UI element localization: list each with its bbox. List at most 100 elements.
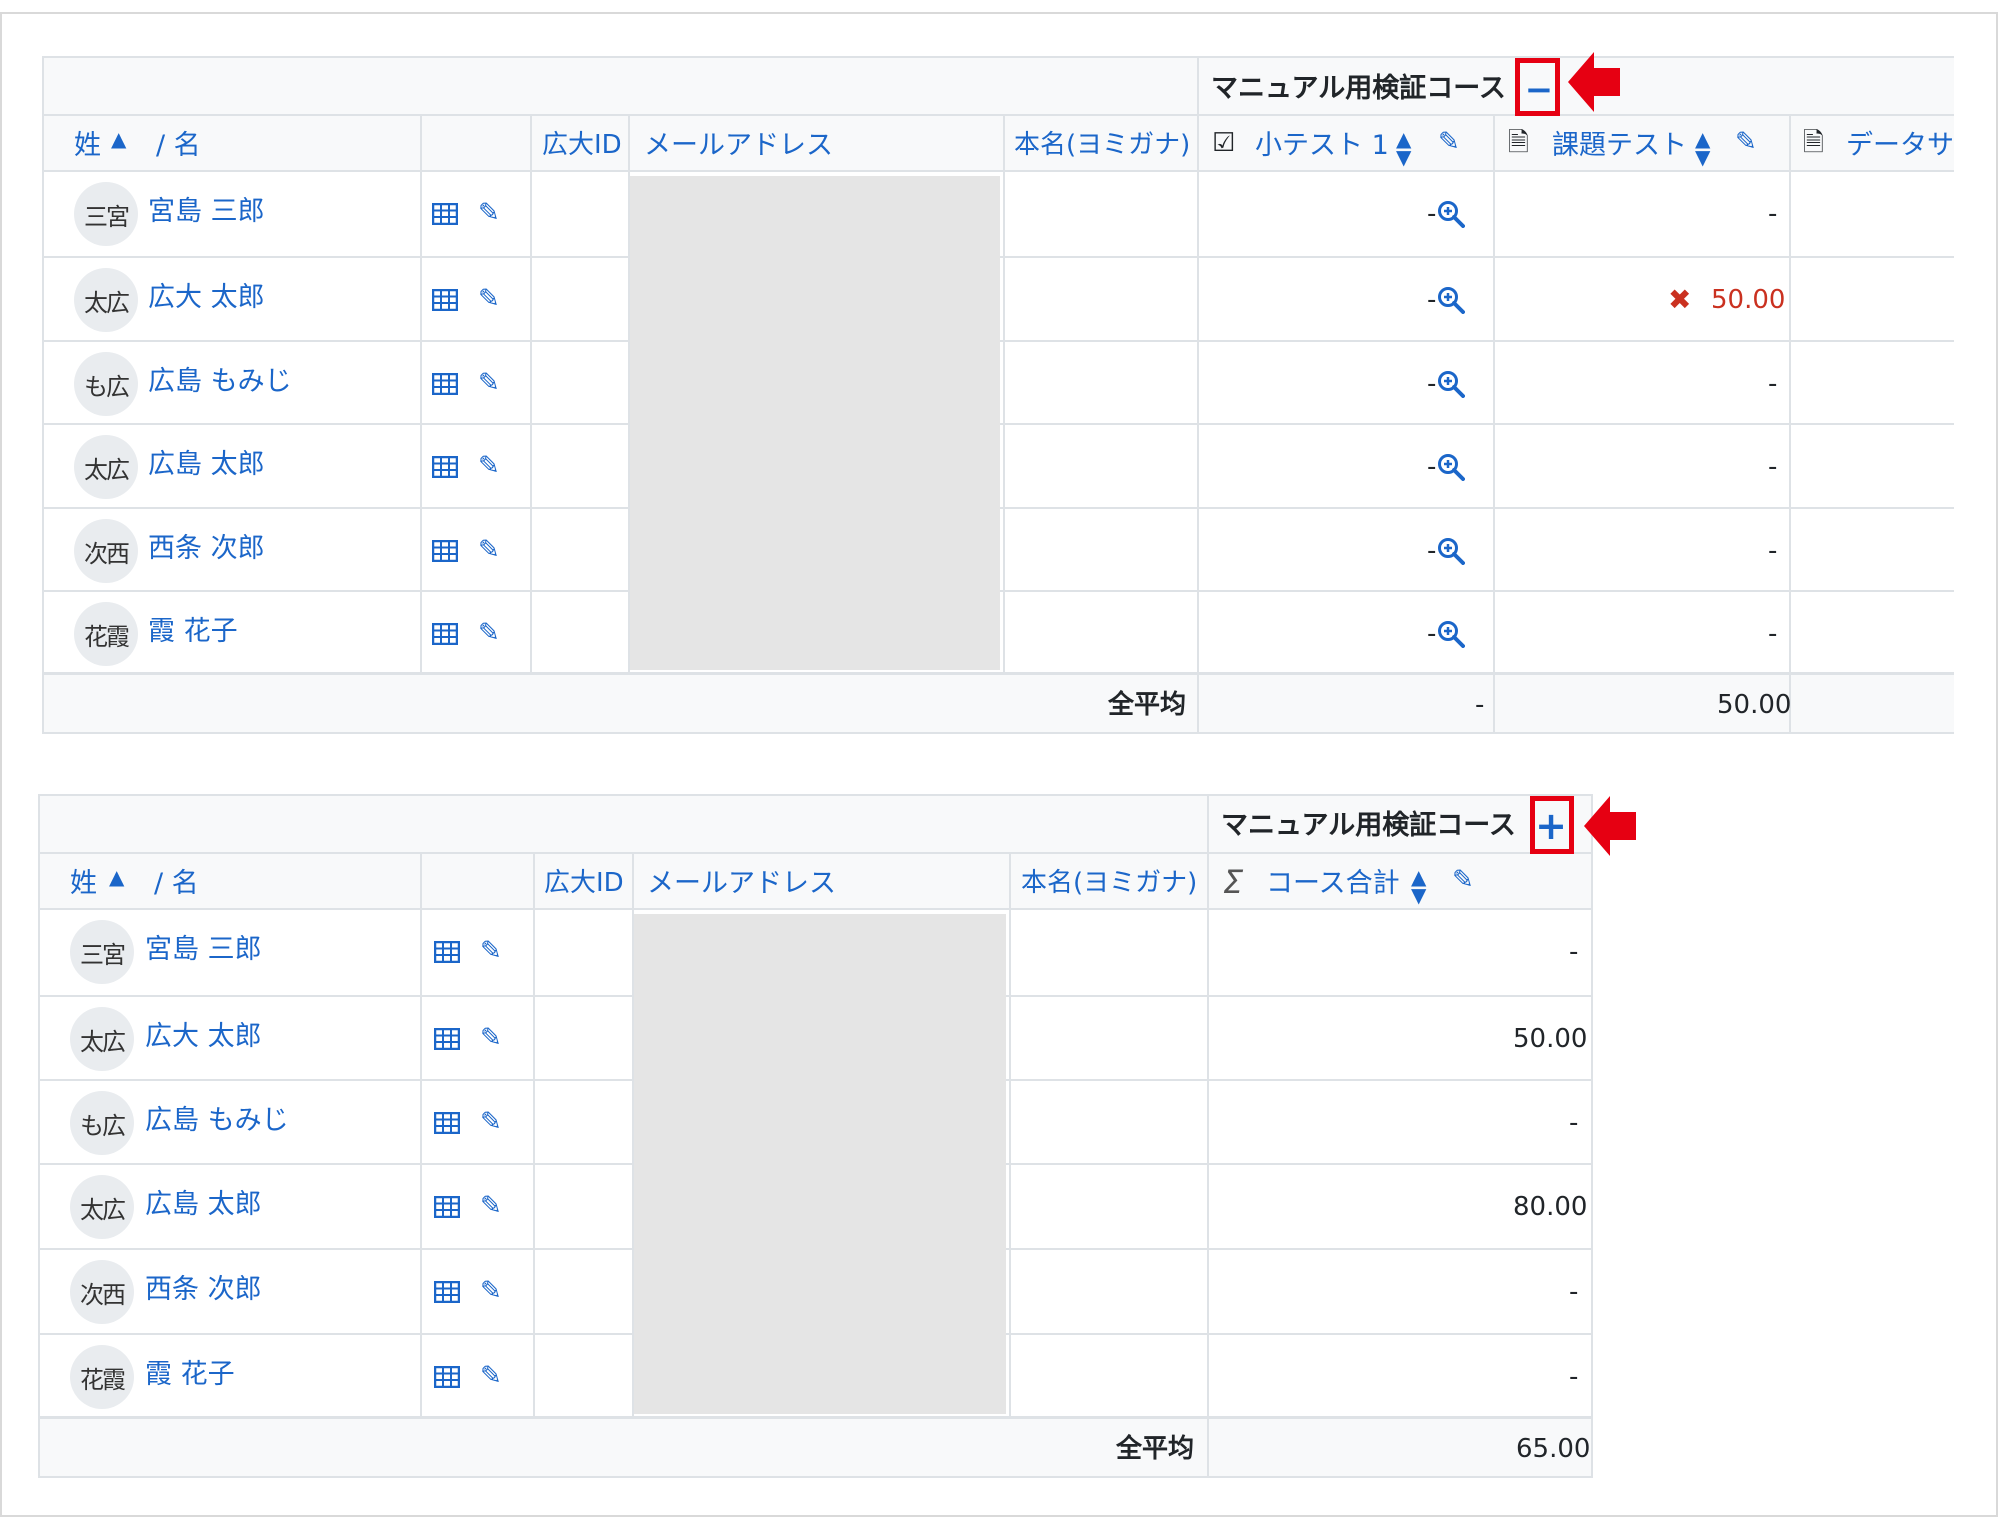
edit-pencil-icon[interactable]: ✎ <box>480 1025 502 1051</box>
grade-item-assignment-link[interactable]: 課題テスト <box>1552 132 1687 159</box>
course-total-value: - <box>1569 937 1579 967</box>
user-avatar: 三宮 <box>74 182 138 246</box>
overall-average-assignment: 50.00 <box>1717 690 1792 720</box>
zoom-in-icon[interactable] <box>1437 537 1465 565</box>
grade-report-grid-icon[interactable] <box>434 1196 460 1218</box>
redacted-email-block <box>634 914 1006 1414</box>
quiz-grade-value: - <box>1427 452 1437 482</box>
grade-report-grid-icon[interactable] <box>434 1028 460 1050</box>
edit-pencil-icon[interactable]: ✎ <box>480 1363 502 1389</box>
grade-item-quiz1-link[interactable]: 小テスト 1 <box>1255 132 1389 159</box>
zoom-in-icon[interactable] <box>1437 200 1465 228</box>
user-fullname-link[interactable]: 西条 次郎 <box>148 535 265 562</box>
user-avatar: 太広 <box>70 1007 134 1071</box>
user-fullname-link[interactable]: 霞 花子 <box>148 618 238 645</box>
course-total-link[interactable]: コース合計 <box>1266 870 1400 897</box>
user-avatar: 次西 <box>74 519 138 583</box>
quiz-grade-value: - <box>1427 285 1437 315</box>
course-total-value: 50.00 <box>1513 1024 1588 1054</box>
grade-report-grid-icon[interactable] <box>432 456 458 478</box>
header-id[interactable]: 広大ID <box>542 132 622 158</box>
edit-pencil-icon[interactable]: ✎ <box>480 1109 502 1135</box>
fail-cross-icon: ✖ <box>1668 283 1692 316</box>
assignment-grade-value: - <box>1768 619 1778 649</box>
user-avatar: 次西 <box>70 1260 134 1324</box>
user-fullname-link[interactable]: 広島 太郎 <box>148 451 265 478</box>
quiz-grade-value: - <box>1427 199 1437 229</box>
user-fullname-link[interactable]: 宮島 三郎 <box>145 936 262 963</box>
zoom-in-icon[interactable] <box>1437 620 1465 648</box>
overall-average-label: 全平均 <box>1116 1434 1195 1464</box>
sigma-icon: Σ <box>1223 863 1244 901</box>
grade-report-grid-icon[interactable] <box>434 1281 460 1303</box>
course-category-label: マニュアル用検証コース <box>1221 810 1516 841</box>
overall-average-label: 全平均 <box>1108 690 1187 720</box>
edit-pencil-icon[interactable]: ✎ <box>1438 129 1460 155</box>
zoom-in-icon[interactable] <box>1437 370 1465 398</box>
zoom-in-icon[interactable] <box>1437 286 1465 314</box>
header-email[interactable]: メールアドレス <box>647 870 836 897</box>
header-kana[interactable]: 本名(ヨミガナ) <box>1021 870 1197 896</box>
annotation-arrow-icon <box>1584 796 1636 856</box>
grade-report-grid-icon[interactable] <box>432 203 458 225</box>
grade-report-grid-icon[interactable] <box>434 1112 460 1134</box>
assignment-grade-value: - <box>1768 452 1778 482</box>
edit-pencil-icon[interactable]: ✎ <box>1735 129 1757 155</box>
sort-surname-link[interactable]: 姓 <box>74 132 101 159</box>
user-fullname-link[interactable]: 広大 太郎 <box>145 1023 262 1050</box>
user-avatar: 太広 <box>74 268 138 332</box>
grade-report-grid-icon[interactable] <box>432 373 458 395</box>
assignment-grade-value: - <box>1768 536 1778 566</box>
quiz-grade-value: - <box>1427 369 1437 399</box>
edit-pencil-icon[interactable]: ✎ <box>478 200 500 226</box>
grade-report-grid-icon[interactable] <box>432 540 458 562</box>
sort-firstname-link[interactable]: / 名 <box>156 132 201 159</box>
edit-pencil-icon[interactable]: ✎ <box>480 1278 502 1304</box>
grade-report-grid-icon[interactable] <box>432 623 458 645</box>
grade-report-grid-icon[interactable] <box>432 289 458 311</box>
edit-pencil-icon[interactable]: ✎ <box>478 537 500 563</box>
user-fullname-link[interactable]: 西条 次郎 <box>145 1276 262 1303</box>
assignment-grade-value: 50.00 <box>1711 285 1786 315</box>
user-avatar: 太広 <box>74 435 138 499</box>
user-avatar: 花霞 <box>74 602 138 666</box>
edit-pencil-icon[interactable]: ✎ <box>1452 867 1474 893</box>
sort-asc-icon: ▲ <box>109 865 125 889</box>
header-kana[interactable]: 本名(ヨミガナ) <box>1014 132 1190 158</box>
sort-toggle-icon[interactable]: ▲ ▼ <box>1695 129 1710 167</box>
grade-item-data-link[interactable]: データサ <box>1846 132 1954 159</box>
grade-report-grid-icon[interactable] <box>434 1366 460 1388</box>
assignment-icon: 🗎 <box>1508 128 1529 158</box>
user-avatar: 太広 <box>70 1175 134 1239</box>
course-total-value: - <box>1569 1277 1579 1307</box>
sort-firstname-link[interactable]: / 名 <box>154 870 199 897</box>
sort-toggle-icon[interactable]: ▲ ▼ <box>1411 867 1426 905</box>
course-total-value: - <box>1569 1362 1579 1392</box>
sort-surname-link[interactable]: 姓 <box>70 870 97 897</box>
course-category-label: マニュアル用検証コース <box>1211 73 1506 104</box>
course-total-value: - <box>1569 1108 1579 1138</box>
sort-toggle-icon[interactable]: ▲ ▼ <box>1396 129 1411 167</box>
header-id[interactable]: 広大ID <box>544 870 624 896</box>
course-total-value: 80.00 <box>1513 1192 1588 1222</box>
edit-pencil-icon[interactable]: ✎ <box>478 453 500 479</box>
user-fullname-link[interactable]: 広大 太郎 <box>148 284 265 311</box>
edit-pencil-icon[interactable]: ✎ <box>480 938 502 964</box>
edit-pencil-icon[interactable]: ✎ <box>478 620 500 646</box>
edit-pencil-icon[interactable]: ✎ <box>478 370 500 396</box>
user-fullname-link[interactable]: 宮島 三郎 <box>148 198 265 225</box>
grade-report-grid-icon[interactable] <box>434 941 460 963</box>
quiz-icon: ☑ <box>1212 128 1236 158</box>
user-fullname-link[interactable]: 広島 もみじ <box>145 1107 289 1134</box>
quiz-grade-value: - <box>1427 619 1437 649</box>
edit-pencil-icon[interactable]: ✎ <box>478 286 500 312</box>
user-fullname-link[interactable]: 広島 もみじ <box>148 368 292 395</box>
overall-average-total: 65.00 <box>1516 1434 1591 1464</box>
user-fullname-link[interactable]: 霞 花子 <box>145 1361 235 1388</box>
edit-pencil-icon[interactable]: ✎ <box>480 1193 502 1219</box>
zoom-in-icon[interactable] <box>1437 453 1465 481</box>
redacted-email-block <box>630 176 1000 670</box>
assignment-grade-value: - <box>1768 369 1778 399</box>
user-fullname-link[interactable]: 広島 太郎 <box>145 1191 262 1218</box>
header-email[interactable]: メールアドレス <box>644 132 833 159</box>
